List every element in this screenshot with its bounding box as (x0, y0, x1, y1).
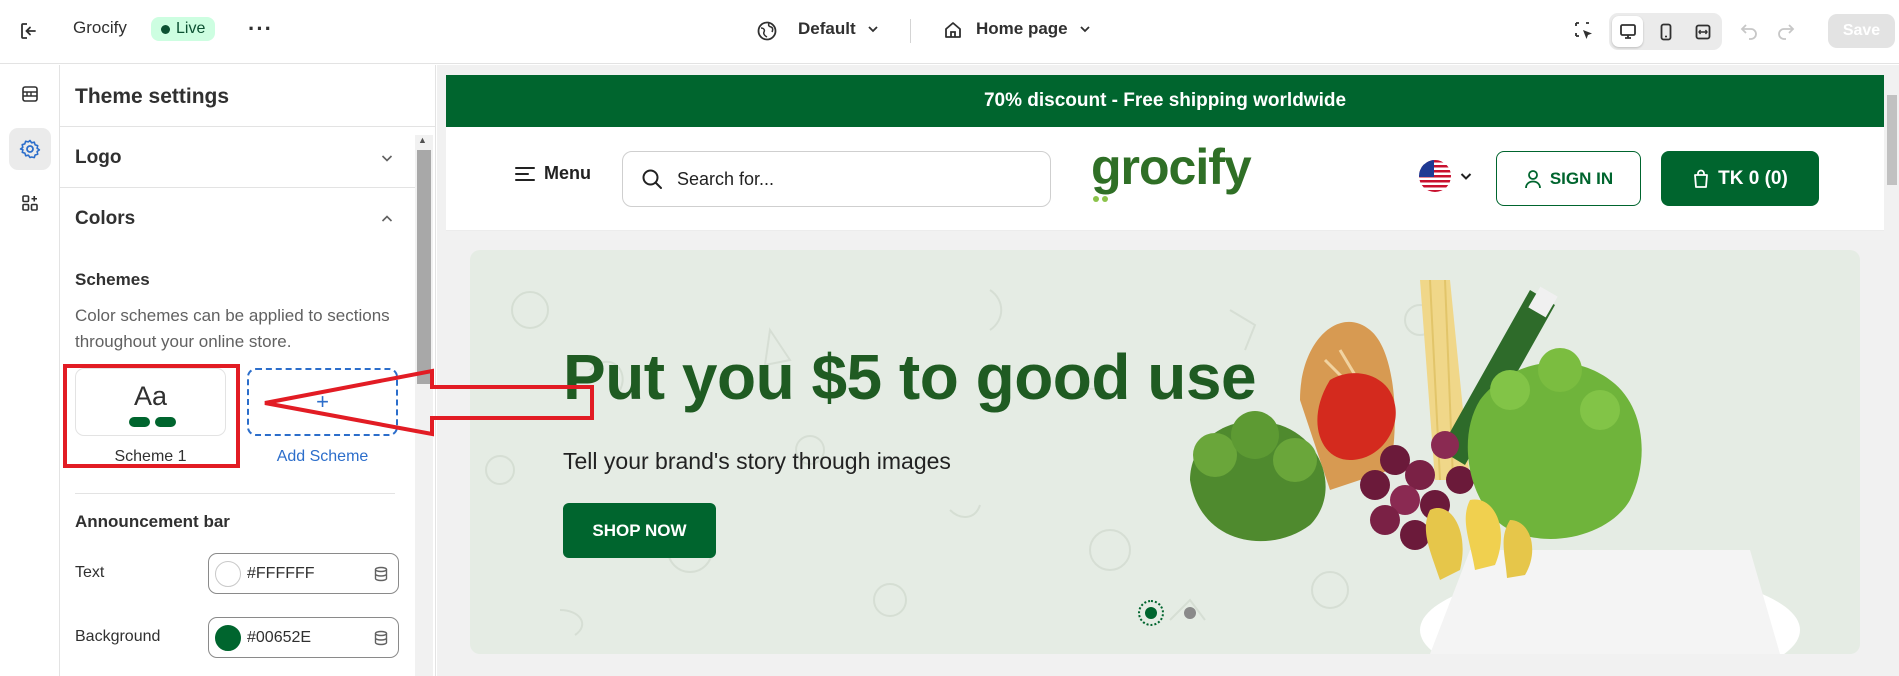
chevron-up-icon (381, 215, 393, 222)
fullwidth-icon[interactable] (1687, 16, 1718, 47)
globe-icon (756, 20, 778, 42)
theme-settings-panel: Theme settings Logo Colors Schemes Color… (60, 65, 436, 676)
schemes-help-text: Color schemes can be applied to sections… (75, 306, 390, 351)
desktop-icon[interactable] (1612, 16, 1643, 47)
logo-dots (1093, 196, 1108, 202)
scroll-up-icon[interactable]: ▲ (418, 135, 427, 145)
home-icon (942, 19, 964, 41)
section-logo-label: Logo (75, 147, 122, 168)
store-logo[interactable]: grocify (1091, 138, 1252, 196)
background-color-field[interactable]: #00652E (208, 617, 399, 658)
color-swatch[interactable] (215, 560, 241, 587)
search-placeholder: Search for... (677, 168, 775, 189)
section-logo[interactable]: Logo (75, 143, 395, 173)
divider (910, 19, 911, 43)
save-button[interactable]: Save (1828, 14, 1895, 48)
sidebar-rail (0, 65, 60, 676)
undo-icon[interactable] (1738, 19, 1760, 41)
cart-label: TK 0 (0) (1718, 167, 1788, 189)
section-colors[interactable]: Colors (75, 204, 395, 234)
panel-title: Theme settings (75, 85, 230, 108)
search-icon (642, 169, 662, 189)
live-badge-label: Live (176, 20, 206, 37)
editor-topbar: Grocify Live ··· Default Home page Save (0, 0, 1899, 64)
divider (60, 126, 435, 127)
user-icon (1524, 169, 1541, 188)
slider-dots (1138, 600, 1196, 626)
live-dot-icon (161, 24, 170, 34)
shop-now-button[interactable]: SHOP NOW (563, 503, 716, 558)
exit-icon[interactable] (18, 20, 40, 42)
page-select-label: Home page (976, 19, 1068, 38)
store-search-input[interactable]: Search for... (622, 151, 1051, 207)
divider (75, 493, 395, 494)
chevron-down-icon (867, 26, 878, 33)
page-select[interactable]: Home page (976, 19, 1092, 39)
menu-button[interactable]: Menu (514, 163, 591, 184)
announcement-heading: Announcement bar (75, 512, 230, 531)
chevron-down-icon (381, 155, 393, 162)
text-color-value[interactable]: #FFFFFF (247, 565, 364, 583)
add-scheme-label[interactable]: Add Scheme (247, 448, 398, 466)
annotation-highlight-box (63, 364, 240, 468)
mobile-icon[interactable] (1650, 16, 1681, 47)
theme-select[interactable]: Default (798, 19, 880, 39)
chevron-down-icon (1080, 26, 1090, 33)
hero-title: Put you $5 to good use (563, 341, 1257, 413)
slide-dot-active[interactable] (1138, 600, 1164, 626)
live-badge: Live (151, 17, 216, 41)
database-icon[interactable] (364, 630, 398, 646)
settings-icon[interactable] (9, 128, 51, 170)
text-color-label: Text (75, 564, 105, 581)
cart-button[interactable]: TK 0 (0) (1661, 151, 1819, 206)
color-swatch[interactable] (215, 624, 241, 651)
schemes-heading: Schemes (75, 270, 150, 289)
store-name: Grocify (73, 18, 127, 37)
background-color-value[interactable]: #00652E (247, 629, 364, 647)
redo-icon[interactable] (1775, 19, 1797, 41)
hero-subtitle: Tell your brand's story through images (563, 448, 951, 474)
inspector-icon[interactable] (1572, 19, 1596, 43)
apps-icon[interactable] (9, 182, 51, 224)
chevron-down-icon[interactable] (1458, 168, 1474, 189)
preview-scrollbar-thumb[interactable] (1887, 95, 1897, 185)
device-toggle-group (1609, 13, 1722, 50)
us-flag-icon[interactable] (1419, 160, 1451, 192)
hamburger-icon (515, 166, 535, 181)
sign-in-label: SIGN IN (1549, 168, 1614, 188)
plus-icon: + (316, 389, 329, 414)
bag-icon (1694, 169, 1709, 188)
announcement-bar: 70% discount - Free shipping worldwide (446, 75, 1884, 127)
text-color-field[interactable]: #FFFFFF (208, 553, 399, 594)
divider (60, 187, 415, 188)
add-scheme-button[interactable]: + (247, 368, 398, 436)
more-icon[interactable]: ··· (248, 16, 273, 42)
sections-icon[interactable] (9, 73, 51, 115)
background-color-label: Background (75, 628, 161, 645)
database-icon[interactable] (364, 566, 398, 582)
menu-label: Menu (544, 163, 591, 183)
section-colors-label: Colors (75, 208, 136, 229)
theme-select-label: Default (798, 19, 856, 38)
slide-dot[interactable] (1184, 607, 1196, 619)
panel-scrollbar-thumb[interactable] (417, 150, 431, 384)
sign-in-button[interactable]: SIGN IN (1496, 151, 1641, 206)
